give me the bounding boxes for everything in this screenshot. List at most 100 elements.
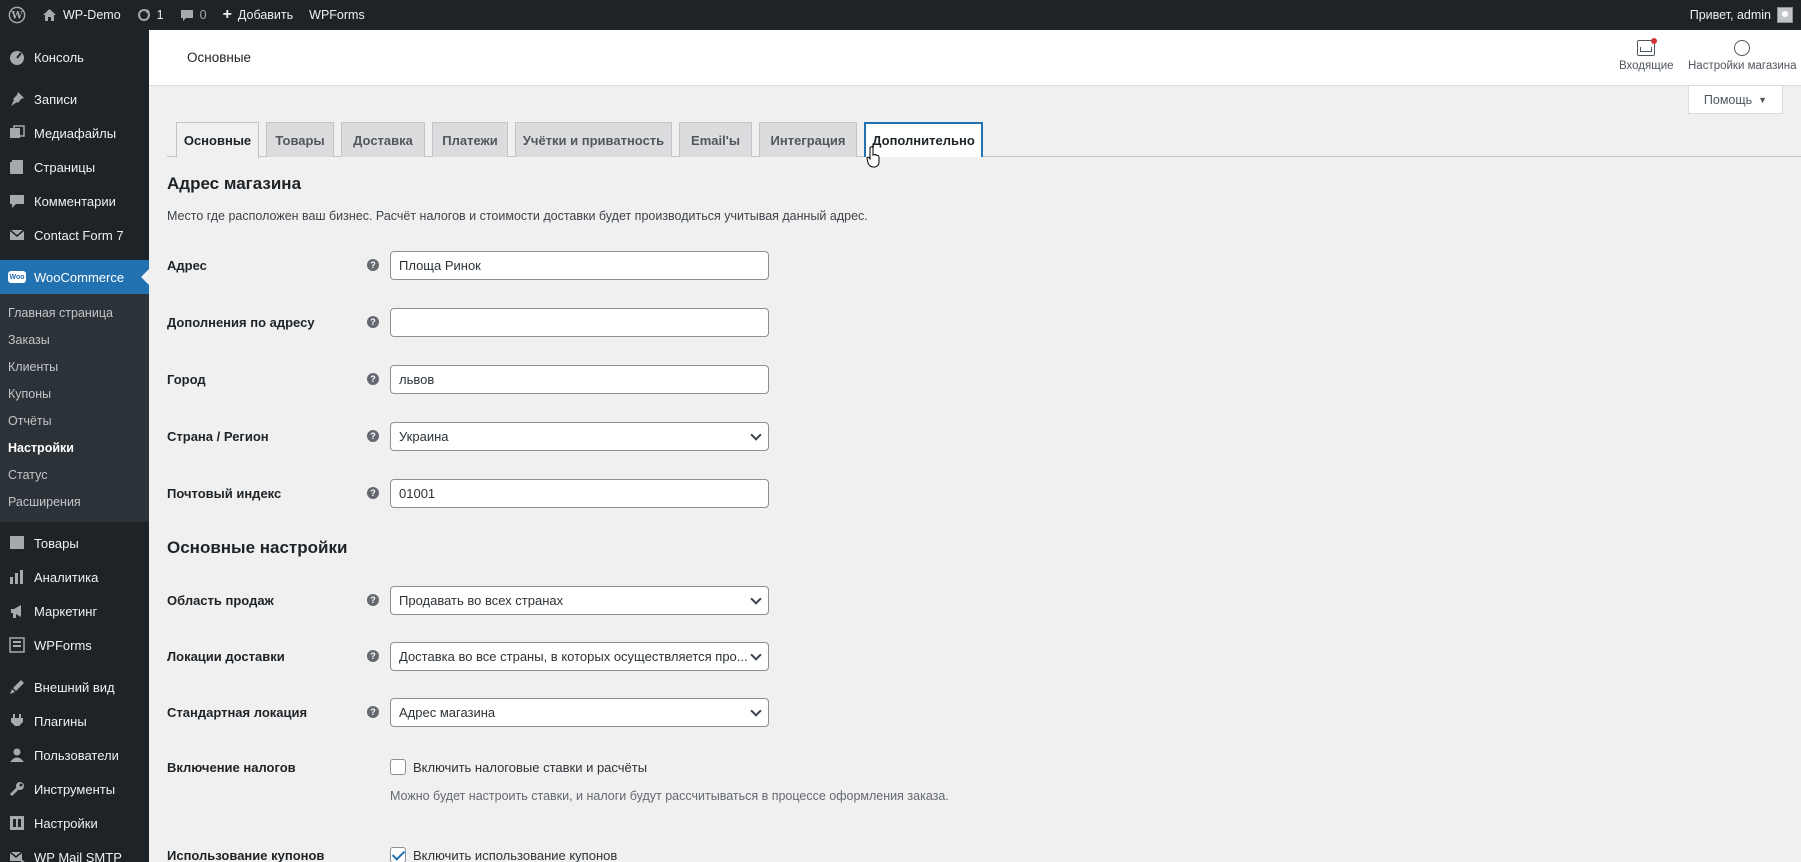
general-options-heading: Основные настройки (167, 538, 348, 557)
sidebar-item-label: WPForms (34, 637, 92, 653)
chevron-down-icon (750, 429, 762, 441)
wpforms-icon (8, 636, 26, 654)
sidebar-item-dashboard[interactable]: Консоль (0, 40, 149, 74)
sidebar-item-label: Пользователи (34, 747, 119, 763)
tab-payments[interactable]: Платежи (432, 122, 508, 157)
enable-taxes-label: Включение налогов (167, 760, 296, 775)
sidebar-item-label: WooCommerce (34, 269, 125, 285)
selling-location-label: Область продаж (167, 593, 274, 608)
submenu-item-reports[interactable]: Отчёты (0, 408, 149, 435)
sidebar-item-posts[interactable]: Записи (0, 82, 149, 116)
help-tip-icon[interactable]: ? (367, 487, 379, 499)
help-tab-button[interactable]: Помощь ▼ (1688, 86, 1783, 114)
sidebar-item-products[interactable]: Товары (0, 526, 149, 560)
sidebar-item-users[interactable]: Пользователи (0, 738, 149, 772)
city-label: Город (167, 372, 206, 387)
inbox-button[interactable]: Входящие (1619, 38, 1674, 72)
admin-sidebar: Консоль Записи Медиафайлы Страницы Комме… (0, 30, 149, 862)
products-icon (8, 534, 26, 552)
wp-logo-button[interactable]: W (0, 0, 34, 30)
help-tip-icon[interactable]: ? (367, 430, 379, 442)
site-name-link[interactable]: WP-Demo (34, 0, 129, 30)
sidebar-item-plugins[interactable]: Плагины (0, 704, 149, 738)
enable-taxes-checkbox-label[interactable]: Включить налоговые ставки и расчёты (413, 760, 647, 775)
enable-coupons-label: Использование купонов (167, 848, 325, 862)
my-account[interactable]: Привет, admin (1690, 7, 1801, 23)
sidebar-item-settings[interactable]: Настройки (0, 806, 149, 840)
country-select[interactable]: Украина (390, 422, 769, 451)
tab-integration[interactable]: Интеграция (759, 122, 857, 157)
sidebar-item-tools[interactable]: Инструменты (0, 772, 149, 806)
submenu-item-customers[interactable]: Клиенты (0, 354, 149, 381)
sidebar-item-media[interactable]: Медиафайлы (0, 116, 149, 150)
help-tip-icon[interactable]: ? (367, 706, 379, 718)
submenu-item-settings[interactable]: Настройки (0, 435, 149, 462)
mail-icon (8, 226, 26, 244)
help-tip-icon[interactable]: ? (367, 259, 379, 271)
sidebar-item-label: Консоль (34, 49, 84, 65)
help-label: Помощь (1703, 92, 1753, 107)
chevron-down-icon (750, 649, 762, 661)
help-tip-icon[interactable]: ? (367, 594, 379, 606)
help-tip-icon[interactable]: ? (367, 650, 379, 662)
sidebar-item-contact-form[interactable]: Contact Form 7 (0, 218, 149, 252)
sidebar-item-pages[interactable]: Страницы (0, 150, 149, 184)
updates-link[interactable]: 1 (129, 0, 172, 30)
tab-products[interactable]: Товары (266, 122, 334, 157)
wpforms-link[interactable]: WPForms (301, 0, 373, 30)
tab-general[interactable]: Основные (176, 122, 259, 158)
admin-bar: W WP-Demo 1 0 + Добавить WPForms Привет,… (0, 0, 1801, 30)
enable-taxes-checkbox[interactable] (390, 759, 406, 775)
selling-location-select[interactable]: Продавать во всех странах (390, 586, 769, 615)
enable-coupons-checkbox-label[interactable]: Включить использование купонов (413, 848, 617, 862)
media-icon (8, 124, 26, 142)
shipping-location-value: Доставка во все страны, в которых осущес… (399, 649, 748, 664)
store-setup-button[interactable]: Настройки магазина (1688, 40, 1797, 72)
help-tip-icon[interactable]: ? (367, 373, 379, 385)
default-location-value: Адрес магазина (399, 705, 496, 720)
tab-emails[interactable]: Email'ы (679, 122, 752, 157)
default-location-label: Стандартная локация (167, 705, 308, 720)
sidebar-item-label: Комментарии (34, 193, 116, 209)
analytics-icon (8, 568, 26, 586)
updates-count: 1 (156, 8, 164, 22)
comments-icon (8, 192, 26, 210)
submenu-item-coupons[interactable]: Купоны (0, 381, 149, 408)
selling-location-value: Продавать во всех странах (399, 593, 564, 608)
city-input[interactable]: львов (390, 365, 769, 394)
address-input[interactable]: Площа Ринок (390, 251, 769, 280)
sidebar-item-comments[interactable]: Комментарии (0, 184, 149, 218)
shipping-location-select[interactable]: Доставка во все страны, в которых осущес… (390, 642, 769, 671)
default-location-select[interactable]: Адрес магазина (390, 698, 769, 727)
sidebar-item-marketing[interactable]: Маркетинг (0, 594, 149, 628)
tab-accounts-privacy[interactable]: Учётки и приватность (515, 122, 672, 157)
add-new-link[interactable]: + Добавить (215, 0, 302, 30)
sidebar-item-label: Плагины (34, 713, 87, 729)
chevron-down-icon (750, 593, 762, 605)
sidebar-item-wpforms[interactable]: WPForms (0, 628, 149, 662)
comment-bubble-icon (180, 9, 194, 22)
submenu-item-orders[interactable]: Заказы (0, 327, 149, 354)
tab-shipping[interactable]: Доставка (341, 122, 425, 157)
users-icon (8, 746, 26, 764)
submenu-item-status[interactable]: Статус (0, 462, 149, 489)
sidebar-item-woocommerce[interactable]: Woo WooCommerce (0, 260, 149, 294)
help-tip-icon[interactable]: ? (367, 316, 379, 328)
comments-link[interactable]: 0 (172, 0, 215, 30)
submenu-item-home[interactable]: Главная страница (0, 300, 149, 327)
sidebar-item-wp-mail-smtp[interactable]: WP Mail SMTP (0, 840, 149, 862)
wrench-icon (8, 780, 26, 798)
sidebar-item-appearance[interactable]: Внешний вид (0, 670, 149, 704)
postcode-input[interactable]: 01001 (390, 479, 769, 508)
sidebar-item-label: Настройки (34, 815, 98, 831)
sidebar-item-label: Страницы (34, 159, 96, 175)
woocommerce-header: Основные Входящие Настройки магазина (149, 30, 1801, 86)
sidebar-item-analytics[interactable]: Аналитика (0, 560, 149, 594)
progress-circle-icon (1734, 40, 1751, 56)
country-label: Страна / Регион (167, 429, 269, 444)
country-value: Украина (399, 429, 449, 444)
wordpress-logo-icon: W (8, 6, 26, 24)
enable-coupons-checkbox[interactable] (390, 847, 406, 862)
submenu-item-extensions[interactable]: Расширения (0, 489, 149, 516)
address2-input[interactable] (390, 308, 769, 337)
